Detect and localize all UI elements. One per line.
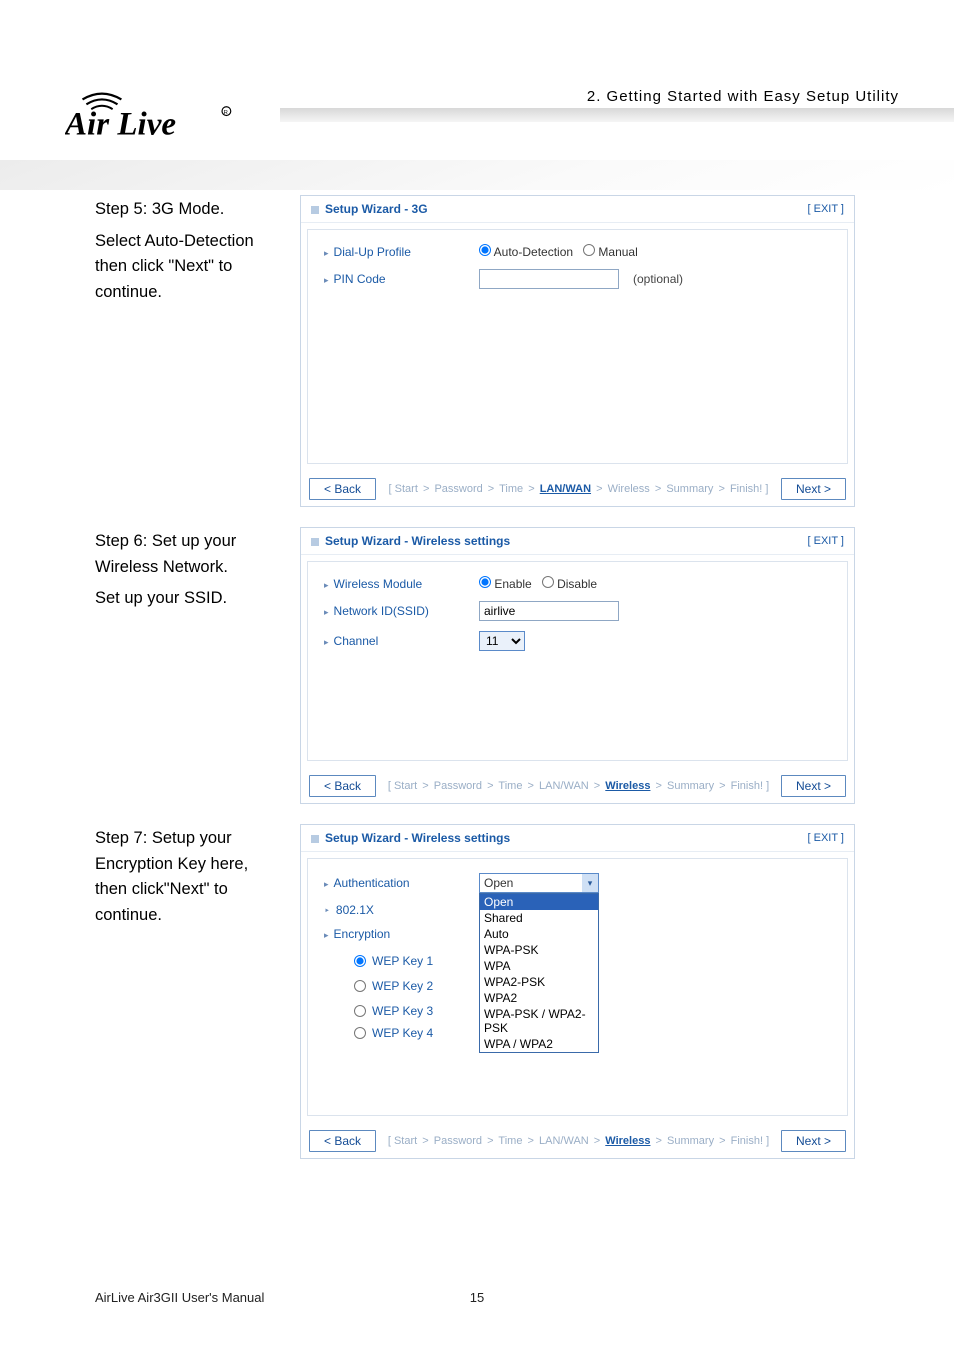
back-button[interactable]: < Back: [309, 478, 376, 500]
auth-option[interactable]: WPA2: [480, 990, 598, 1006]
auth-select[interactable]: Open ▾: [479, 873, 599, 893]
back-button[interactable]: < Back: [309, 775, 376, 797]
header-sweep-bg: [0, 160, 954, 190]
step6-title: Step 6: Set up your Wireless Network.: [95, 529, 282, 580]
breadcrumb: [ Start > Password > Time > LAN/WAN > Wi…: [376, 780, 781, 792]
page-number: 15: [470, 1290, 484, 1305]
wizard-title: Setup Wizard - Wireless settings: [311, 831, 510, 845]
encryption-label: Encryption: [324, 927, 479, 941]
wep-key-3-radio[interactable]: [354, 1005, 366, 1017]
wep-key-3-label: WEP Key 3: [372, 1004, 433, 1018]
page-footer: AirLive Air3GII User's Manual 15: [0, 1290, 954, 1305]
step7-text: Step 7: Setup your Encryption Key here, …: [0, 824, 300, 1159]
wep-key-4-label: WEP Key 4: [372, 1026, 433, 1040]
breadcrumb: [ Start > Password > Time > LAN/WAN > Wi…: [376, 1135, 781, 1147]
brand-logo: Air Live R: [65, 85, 240, 150]
auth-option[interactable]: WPA-PSK: [480, 942, 598, 958]
exit-link[interactable]: [ EXIT ]: [808, 832, 844, 844]
header-divider-bar: [280, 108, 954, 122]
wizard-wireless-encryption: Setup Wizard - Wireless settings [ EXIT …: [300, 824, 855, 1159]
pin-label: PIN Code: [324, 272, 479, 286]
step6-desc: Set up your SSID.: [95, 586, 282, 612]
exit-link[interactable]: [ EXIT ]: [808, 535, 844, 547]
page-header: Air Live R 2. Getting Started with Easy …: [0, 0, 954, 155]
wizard-wireless-settings: Setup Wizard - Wireless settings [ EXIT …: [300, 527, 855, 804]
svg-text:Air Live: Air Live: [65, 106, 176, 142]
step7-title: Step 7: Setup your Encryption Key here, …: [95, 826, 282, 928]
chapter-title: 2. Getting Started with Easy Setup Utili…: [587, 88, 899, 105]
step5-title: Step 5: 3G Mode.: [95, 197, 282, 223]
breadcrumb: [ Start > Password > Time > LAN/WAN > Wi…: [376, 483, 781, 495]
wizard-3g: Setup Wizard - 3G [ EXIT ] Dial-Up Profi…: [300, 195, 855, 507]
step6-text: Step 6: Set up your Wireless Network. Se…: [0, 527, 300, 804]
auth-option[interactable]: Shared: [480, 910, 598, 926]
auth-option[interactable]: WPA / WPA2: [480, 1036, 598, 1052]
wep-key-2-label: WEP Key 2: [372, 979, 433, 993]
wep-key-2-radio[interactable]: [354, 980, 366, 992]
auth-option[interactable]: WPA2-PSK: [480, 974, 598, 990]
next-button[interactable]: Next >: [781, 775, 846, 797]
manual-radio[interactable]: Manual: [583, 244, 638, 259]
ssid-label: Network ID(SSID): [324, 604, 479, 618]
back-button[interactable]: < Back: [309, 1130, 376, 1152]
wep-key-4-radio[interactable]: [354, 1027, 366, 1039]
disable-radio[interactable]: Disable: [542, 576, 597, 591]
manual-name: AirLive Air3GII User's Manual: [95, 1290, 264, 1305]
pin-input[interactable]: [479, 269, 619, 289]
auth-options-list[interactable]: Open Shared Auto WPA-PSK WPA WPA2-PSK WP…: [479, 893, 599, 1053]
svg-text:R: R: [224, 110, 228, 116]
channel-label: Channel: [324, 634, 479, 648]
next-button[interactable]: Next >: [781, 1130, 846, 1152]
auth-option[interactable]: WPA: [480, 958, 598, 974]
chevron-down-icon: ▾: [582, 874, 598, 892]
channel-select[interactable]: 11: [479, 631, 525, 651]
wireless-module-label: Wireless Module: [324, 577, 479, 591]
step5-text: Step 5: 3G Mode. Select Auto-Detection t…: [0, 195, 300, 507]
8021x-label: 802.1X: [324, 903, 479, 917]
auth-option[interactable]: WPA-PSK / WPA2-PSK: [480, 1006, 598, 1036]
auth-label: Authentication: [324, 876, 479, 890]
wizard-title: Setup Wizard - 3G: [311, 202, 428, 216]
dialup-label: Dial-Up Profile: [324, 245, 479, 259]
exit-link[interactable]: [ EXIT ]: [808, 203, 844, 215]
wep-key-1-radio[interactable]: [354, 955, 366, 967]
auto-detection-radio[interactable]: Auto-Detection: [479, 244, 573, 259]
wep-key-1-label: WEP Key 1: [372, 954, 433, 968]
wizard-title: Setup Wizard - Wireless settings: [311, 534, 510, 548]
pin-optional: (optional): [633, 272, 683, 286]
auth-option[interactable]: Auto: [480, 926, 598, 942]
next-button[interactable]: Next >: [781, 478, 846, 500]
auth-option[interactable]: Open: [480, 894, 598, 910]
ssid-input[interactable]: [479, 601, 619, 621]
step5-desc: Select Auto-Detection then click "Next" …: [95, 229, 282, 306]
enable-radio[interactable]: Enable: [479, 576, 532, 591]
